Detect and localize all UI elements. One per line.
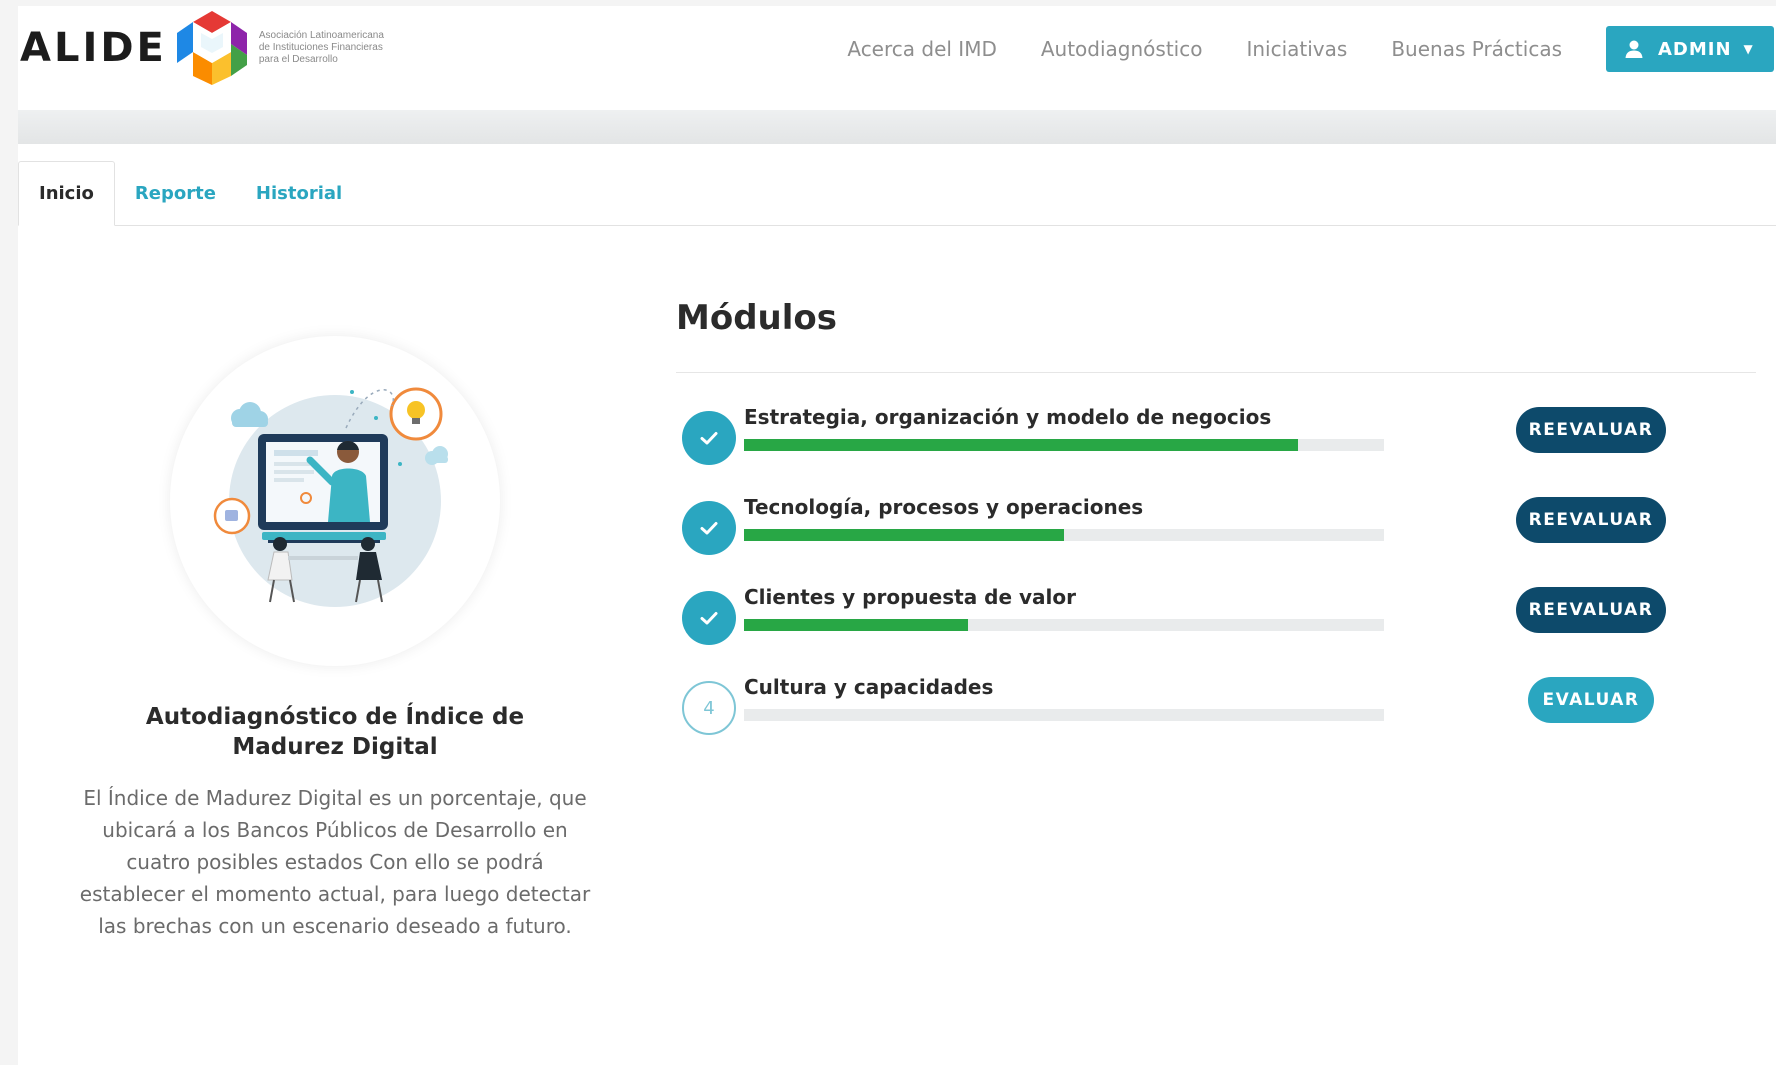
module-name: Estrategia, organización y modelo de neg… (744, 405, 1272, 429)
intro-title: Autodiagnóstico de Índice de Madurez Dig… (145, 704, 525, 760)
logo-subtitle: Asociación Latinoamericana de Institucio… (259, 30, 409, 66)
module-name: Clientes y propuesta de valor (744, 585, 1076, 609)
step-number-badge: 4 (682, 681, 736, 735)
intro-description: El Índice de Madurez Digital es un porce… (79, 786, 591, 938)
logo-subtitle-line: para el Desarrollo (258, 54, 338, 65)
check-icon (682, 591, 736, 645)
nav-link-buenas-practicas[interactable]: Buenas Prácticas (1391, 37, 1562, 61)
modules-title: Módulos (676, 298, 837, 338)
check-icon (682, 411, 736, 465)
module-name: Tecnología, procesos y operaciones (744, 495, 1144, 519)
modules-divider (676, 372, 1756, 373)
logo-hexagon-icon (176, 11, 247, 85)
module-name: Cultura y capacidades (744, 675, 994, 699)
progress-bar (744, 439, 1384, 451)
module-row: Estrategia, organización y modelo de neg… (676, 403, 1756, 493)
page-frame: ALIDE Asociación Latinoamericana de Inst… (18, 6, 1776, 1065)
nav-link-iniciativas[interactable]: Iniciativas (1246, 37, 1347, 61)
online-meeting-illustration (213, 387, 448, 607)
progress-bar (744, 619, 1384, 631)
caret-down-icon: ▼ (1743, 42, 1754, 56)
logo-subtitle-line: Asociación Latinoamericana (258, 30, 384, 41)
reevaluar-button[interactable]: REEVALUAR (1516, 497, 1666, 543)
header-shadow-bar (18, 110, 1776, 144)
main-nav: Acerca del IMD Autodiagnóstico Iniciativ… (847, 24, 1776, 74)
nav-link-acerca[interactable]: Acerca del IMD (847, 37, 997, 61)
admin-user-menu-button[interactable]: ADMIN ▼ (1606, 26, 1774, 72)
module-row: Tecnología, procesos y operaciones REEVA… (676, 493, 1756, 583)
tab-reporte[interactable]: Reporte (115, 161, 236, 225)
intro-panel: Autodiagnóstico de Índice de Madurez Dig… (70, 336, 600, 942)
top-navbar: ALIDE Asociación Latinoamericana de Inst… (18, 6, 1776, 110)
tab-inicio[interactable]: Inicio (18, 161, 115, 226)
progress-fill (744, 619, 968, 631)
alide-logo[interactable]: ALIDE Asociación Latinoamericana de Inst… (20, 8, 409, 88)
progress-fill (744, 529, 1064, 541)
module-row: 4 Cultura y capacidades EVALUAR (676, 673, 1756, 763)
progress-bar (744, 529, 1384, 541)
tab-bar: Inicio Reporte Historial (18, 161, 1776, 226)
logo-wordmark: ALIDE (20, 25, 167, 71)
progress-bar (744, 709, 1384, 721)
check-icon (682, 501, 736, 555)
modules-panel: Módulos Estrategia, organización y model… (676, 296, 1756, 763)
admin-label: ADMIN (1658, 38, 1732, 60)
progress-fill (744, 439, 1298, 451)
logo-subtitle-line: de Instituciones Financieras (258, 42, 383, 53)
reevaluar-button[interactable]: REEVALUAR (1516, 587, 1666, 633)
evaluar-button[interactable]: EVALUAR (1528, 677, 1654, 723)
tab-historial[interactable]: Historial (236, 161, 362, 225)
illustration-circle (170, 336, 500, 666)
nav-link-autodiagnostico[interactable]: Autodiagnóstico (1041, 37, 1203, 61)
module-row: Clientes y propuesta de valor REEVALUAR (676, 583, 1756, 673)
reevaluar-button[interactable]: REEVALUAR (1516, 407, 1666, 453)
user-icon (1625, 40, 1643, 58)
